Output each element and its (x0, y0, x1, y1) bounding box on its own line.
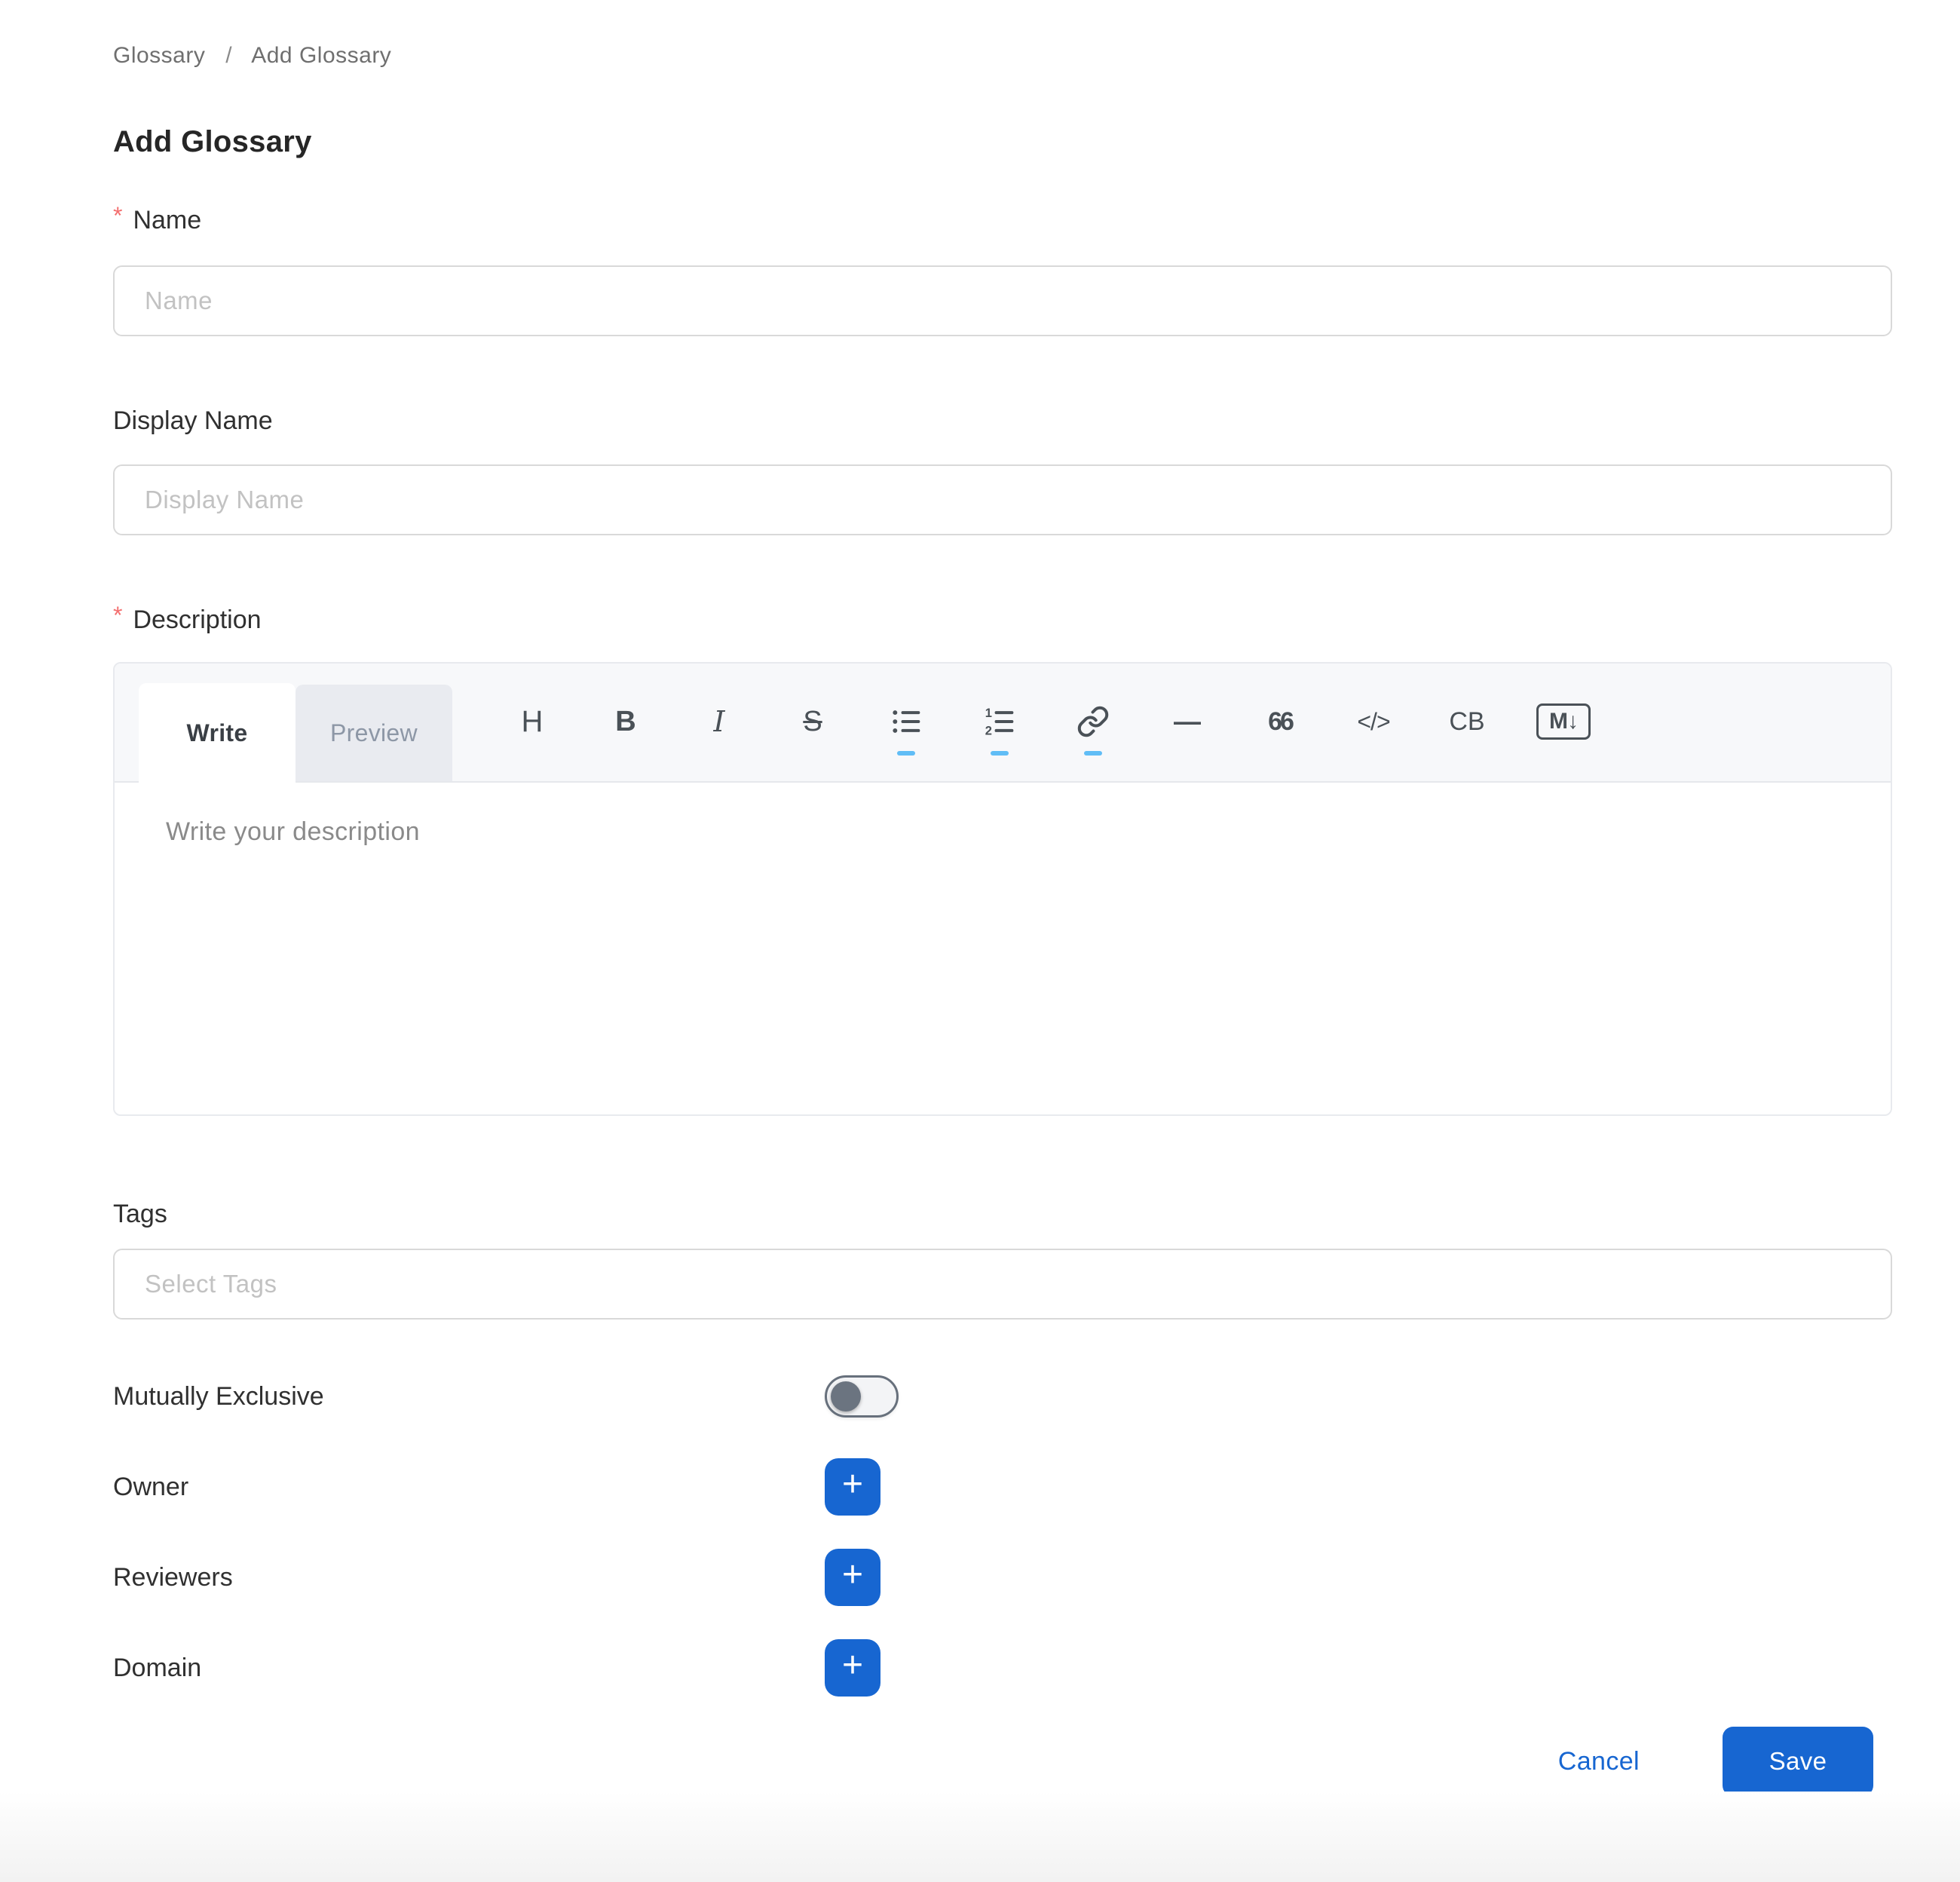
breadcrumb: Glossary / Add Glossary (113, 39, 1892, 72)
required-asterisk: * (113, 202, 122, 230)
tab-preview[interactable]: Preview (296, 685, 452, 781)
inline-code-icon[interactable]: </> (1349, 680, 1398, 763)
bullet-list-icon[interactable] (882, 680, 930, 763)
markdown-icon[interactable]: M↓ (1536, 680, 1591, 763)
name-label-row: * Name (113, 204, 1892, 237)
name-label: Name (133, 206, 201, 235)
form-footer: Cancel Save (113, 1727, 1892, 1796)
mutually-exclusive-label: Mutually Exclusive (113, 1382, 825, 1412)
tags-label: Tags (113, 1200, 167, 1229)
mutually-exclusive-row: Mutually Exclusive (113, 1375, 1892, 1418)
reviewers-row: Reviewers + (113, 1549, 1892, 1606)
display-name-label: Display Name (113, 406, 273, 436)
mutually-exclusive-toggle[interactable] (825, 1375, 899, 1418)
breadcrumb-glossary[interactable]: Glossary (113, 43, 205, 68)
tab-write[interactable]: Write (139, 683, 296, 783)
add-owner-button[interactable]: + (825, 1458, 880, 1516)
description-label-row: * Description (113, 603, 1892, 636)
numbered-list-icon[interactable]: 1 2 (975, 680, 1024, 763)
owner-label: Owner (113, 1473, 825, 1502)
name-input[interactable] (113, 265, 1892, 336)
heading-icon[interactable]: H (508, 680, 556, 763)
description-placeholder: Write your description (166, 817, 420, 846)
description-editor: Write Preview H B I S (113, 662, 1892, 1116)
reviewers-label: Reviewers (113, 1563, 825, 1592)
link-icon[interactable] (1069, 680, 1117, 763)
display-name-label-row: Display Name (113, 404, 1892, 437)
required-asterisk: * (113, 602, 122, 630)
horizontal-rule-icon[interactable]: — (1162, 680, 1211, 763)
code-block-icon[interactable]: CB (1443, 680, 1491, 763)
tags-input[interactable] (113, 1249, 1892, 1320)
bottom-page-fade (0, 1792, 1960, 1882)
owner-row: Owner + (113, 1458, 1892, 1516)
svg-text:2: 2 (985, 725, 992, 738)
cancel-button[interactable]: Cancel (1558, 1747, 1640, 1776)
description-label: Description (133, 605, 261, 635)
description-input[interactable]: Write your description (115, 783, 1891, 1116)
add-domain-button[interactable]: + (825, 1639, 880, 1697)
quote-icon[interactable]: 66 (1256, 680, 1304, 763)
markdown-icon-box: M↓ (1536, 703, 1591, 740)
bold-icon[interactable]: B (602, 680, 650, 763)
editor-tabs: Write Preview (139, 683, 452, 781)
breadcrumb-separator: / (225, 43, 232, 68)
domain-label: Domain (113, 1654, 825, 1683)
add-reviewers-button[interactable]: + (825, 1549, 880, 1606)
italic-icon[interactable]: I (695, 680, 743, 763)
tags-label-row: Tags (113, 1197, 1892, 1231)
editor-tools: H B I S (485, 662, 1613, 781)
svg-text:1: 1 (985, 707, 992, 720)
display-name-input[interactable] (113, 464, 1892, 535)
domain-row: Domain + (113, 1639, 1892, 1697)
add-glossary-page: Glossary / Add Glossary Add Glossary * N… (0, 0, 1960, 1796)
strikethrough-icon[interactable]: S (789, 680, 837, 763)
page-title: Add Glossary (113, 122, 1892, 161)
editor-toolbar: Write Preview H B I S (115, 664, 1891, 783)
toggle-knob (831, 1381, 861, 1412)
save-button[interactable]: Save (1723, 1727, 1873, 1796)
breadcrumb-add-glossary: Add Glossary (251, 43, 391, 68)
